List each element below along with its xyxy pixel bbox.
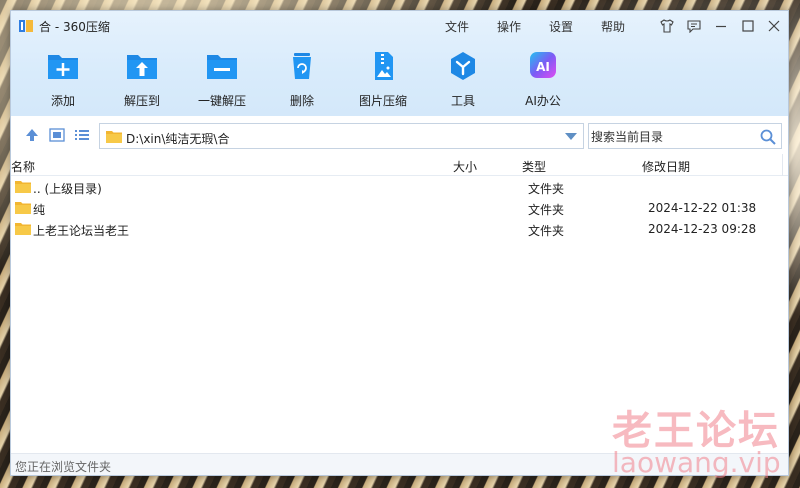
file-row-parent-dir[interactable]: .. (上级目录) 文件夹 xyxy=(11,177,788,198)
file-name: 纯 xyxy=(33,203,46,217)
toolbar-tools-label: 工具 xyxy=(450,94,475,108)
toolbar-extract-to-label: 解压到 xyxy=(123,94,160,108)
address-bar[interactable]: D:\xin\纯洁无瑕\合 xyxy=(99,123,584,149)
menu-help[interactable]: 帮助 xyxy=(601,18,625,35)
file-name: 上老王论坛当老王 xyxy=(33,224,130,238)
file-name: .. (上级目录) xyxy=(33,182,102,196)
folder-icon xyxy=(15,181,31,193)
delete-icon xyxy=(293,53,311,79)
thumbnail-view-icon xyxy=(49,128,65,142)
image-compress-icon xyxy=(375,52,393,80)
toolbar-delete-button[interactable]: 删除 xyxy=(267,51,337,108)
up-level-button[interactable] xyxy=(23,126,41,144)
column-size-header[interactable]: 大小 xyxy=(453,158,477,175)
address-path: D:\xin\纯洁无瑕\合 xyxy=(126,132,230,146)
status-text: 您正在浏览文件夹 xyxy=(15,460,112,474)
file-list: .. (上级目录) 文件夹 纯 文件夹 2024-12-22 01:38 上老王… xyxy=(11,177,788,240)
search-icon[interactable] xyxy=(759,128,777,146)
file-row[interactable]: 上老王论坛当老王 文件夹 2024-12-23 09:28 xyxy=(11,219,788,240)
feedback-button[interactable] xyxy=(683,15,705,37)
toolbar-one-click-extract-button[interactable]: 一键解压 xyxy=(187,51,257,108)
file-date: 2024-12-22 01:38 xyxy=(648,201,757,215)
add-icon xyxy=(48,55,78,79)
watermark-url: laowang.vip xyxy=(612,446,781,479)
toolbar-delete-label: 删除 xyxy=(289,94,314,108)
svg-text:AI: AI xyxy=(536,60,550,74)
folder-icon xyxy=(106,131,122,143)
toolbar-ai-office-label: AI办公 xyxy=(525,94,561,108)
chat-icon xyxy=(687,20,701,33)
toolbar-ai-office-button[interactable]: AI AI办公 xyxy=(508,51,578,108)
extract-to-icon xyxy=(127,55,157,79)
one-click-extract-icon xyxy=(207,55,237,79)
menu-file[interactable]: 文件 xyxy=(445,18,469,35)
tools-icon xyxy=(451,52,475,80)
file-date: 2024-12-23 09:28 xyxy=(648,222,757,236)
list-view-button[interactable] xyxy=(73,126,91,144)
file-type: 文件夹 xyxy=(528,203,565,217)
toolbar-extract-to-button[interactable]: 解压到 xyxy=(107,51,177,108)
list-view-icon xyxy=(75,130,89,140)
window-title: 合 - 360压缩 xyxy=(39,20,110,34)
column-date-header[interactable]: 修改日期 xyxy=(642,158,690,175)
toolbar-add-label: 添加 xyxy=(50,94,75,108)
maximize-icon xyxy=(742,20,754,32)
search-box xyxy=(588,123,782,149)
search-input[interactable] xyxy=(591,129,751,145)
minimize-button[interactable] xyxy=(710,15,732,37)
column-divider[interactable] xyxy=(782,154,783,176)
arrow-up-icon xyxy=(26,129,38,141)
column-name-header[interactable]: 名称 xyxy=(11,158,35,175)
app-logo-icon xyxy=(19,20,33,32)
file-row[interactable]: 纯 文件夹 2024-12-22 01:38 xyxy=(11,198,788,219)
maximize-button[interactable] xyxy=(737,15,759,37)
minimize-icon xyxy=(716,25,726,28)
title-bar: 合 - 360压缩 文件 操作 设置 帮助 xyxy=(11,11,788,41)
menu-settings[interactable]: 设置 xyxy=(549,18,573,35)
address-dropdown-icon[interactable] xyxy=(565,133,577,140)
toolbar-tools-button[interactable]: 工具 xyxy=(428,51,498,108)
ai-office-icon: AI xyxy=(530,52,556,78)
address-row: D:\xin\纯洁无瑕\合 xyxy=(11,116,788,154)
file-type: 文件夹 xyxy=(528,182,565,196)
file-list-header: 名称 大小 类型 修改日期 xyxy=(11,154,788,176)
thumbnail-view-button[interactable] xyxy=(48,126,66,144)
toolbar-image-compress-label: 图片压缩 xyxy=(358,94,407,108)
folder-icon xyxy=(15,223,31,235)
column-type-header[interactable]: 类型 xyxy=(522,158,546,175)
skin-button[interactable] xyxy=(656,15,678,37)
file-type: 文件夹 xyxy=(528,224,565,238)
shirt-icon xyxy=(660,19,674,33)
window-header: 合 - 360压缩 文件 操作 设置 帮助 添加 解压到 一键解压 删除 图片压… xyxy=(11,11,788,116)
close-icon xyxy=(768,20,780,32)
menu-operate[interactable]: 操作 xyxy=(497,18,521,35)
toolbar-image-compress-button[interactable]: 图片压缩 xyxy=(348,51,418,108)
toolbar-add-button[interactable]: 添加 xyxy=(28,51,98,108)
close-button[interactable] xyxy=(763,15,785,37)
folder-icon xyxy=(15,202,31,214)
toolbar-one-click-extract-label: 一键解压 xyxy=(197,94,246,108)
